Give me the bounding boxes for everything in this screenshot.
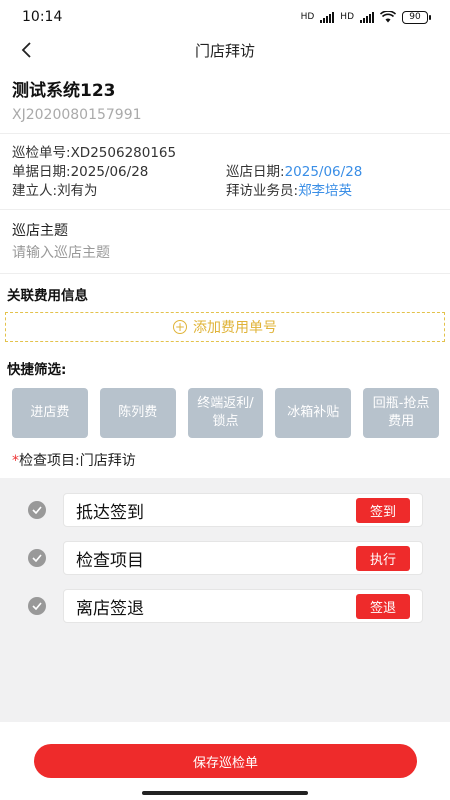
wifi-icon xyxy=(380,11,396,23)
creator-value: 刘有为 xyxy=(57,183,98,199)
check-items-list: 抵达签到 签到 检查项目 执行 离店签退 签退 xyxy=(0,478,450,722)
check-item-leave: 离店签退 签退 xyxy=(0,588,450,624)
visit-date-label: 巡店日期: xyxy=(226,164,285,180)
store-name: 测试系统123 xyxy=(12,81,116,101)
add-fee-button[interactable]: + 添加费用单号 xyxy=(5,312,445,342)
quick-filters: 进店费 陈列费 终端返利/锁点 冰箱补贴 回瓶-抢点费用 xyxy=(0,382,450,438)
filter-terminal-rebate[interactable]: 终端返利/锁点 xyxy=(187,388,264,438)
battery-level: 90 xyxy=(409,12,421,22)
check-card: 检查项目 执行 xyxy=(63,541,423,575)
signal-icon-2 xyxy=(360,11,374,23)
check-item-inspection: 检查项目 执行 xyxy=(0,540,450,576)
filter-bottle-return[interactable]: 回瓶-抢点费用 xyxy=(363,388,439,438)
add-fee-label: 添加费用单号 xyxy=(193,320,277,336)
filter-fridge-subsidy[interactable]: 冰箱补贴 xyxy=(275,388,352,438)
store-header: 测试系统123 XJ2020080157991 xyxy=(0,66,450,134)
home-indicator xyxy=(142,791,308,795)
save-inspection-button[interactable]: 保存巡检单 xyxy=(34,744,417,778)
status-icons: HD HD 90 xyxy=(300,10,431,24)
check-items-title: *检查项目:门店拜访 xyxy=(0,438,450,478)
check-circle-icon xyxy=(28,549,46,567)
fee-section-title: 关联费用信息 xyxy=(7,288,88,304)
info-row-people: 建立人:刘有为 拜访业务员:郑李培英 xyxy=(12,182,438,201)
salesman-label: 拜访业务员: xyxy=(226,183,299,199)
bottom-bar: 保存巡检单 xyxy=(0,736,450,800)
battery-icon: 90 xyxy=(402,10,431,24)
back-button[interactable] xyxy=(14,38,38,62)
signal-icon xyxy=(320,11,335,23)
topic-label: 巡店主题 xyxy=(12,223,68,239)
page-title: 门店拜访 xyxy=(194,41,255,60)
inspection-no-label: 巡检单号: xyxy=(12,145,71,161)
topic-section: 巡店主题 xyxy=(0,210,450,274)
salesman-value[interactable]: 郑李培英 xyxy=(298,183,352,199)
chevron-left-icon xyxy=(21,42,31,58)
check-card: 离店签退 签退 xyxy=(63,589,423,623)
doc-date-label: 单据日期: xyxy=(12,164,71,180)
nav-bar: 门店拜访 xyxy=(0,34,450,66)
status-bar: 10:14 HD HD 90 xyxy=(0,0,450,34)
check-item-name: 离店签退 xyxy=(76,598,144,619)
check-item-name: 抵达签到 xyxy=(76,502,144,523)
execute-button[interactable]: 执行 xyxy=(355,545,410,571)
inspection-info: 巡检单号: XD2506280165 单据日期:2025/06/28 巡店日期:2… xyxy=(0,134,450,210)
status-time: 10:14 xyxy=(22,9,63,25)
check-circle-icon xyxy=(28,597,46,615)
info-row-dates: 单据日期:2025/06/28 巡店日期:2025/06/28 xyxy=(12,163,438,182)
sign-in-button[interactable]: 签到 xyxy=(355,497,410,523)
filter-display-fee[interactable]: 陈列费 xyxy=(99,388,176,438)
required-mark: * xyxy=(12,453,19,469)
store-code: XJ2020080157991 xyxy=(12,107,142,123)
check-circle-icon xyxy=(28,501,46,519)
info-row-inspection-no: 巡检单号: XD2506280165 xyxy=(12,144,438,163)
creator-label: 建立人: xyxy=(12,183,58,199)
topic-input[interactable] xyxy=(12,245,438,261)
inspection-no-value: XD2506280165 xyxy=(70,145,177,161)
sign-out-button[interactable]: 签退 xyxy=(355,593,410,619)
hd-label-1: HD xyxy=(300,12,315,22)
check-item-name: 检查项目 xyxy=(76,550,144,571)
check-card: 抵达签到 签到 xyxy=(63,493,423,527)
check-item-arrival: 抵达签到 签到 xyxy=(0,492,450,528)
visit-date-value[interactable]: 2025/06/28 xyxy=(285,164,363,180)
hd-label-2: HD xyxy=(340,12,354,22)
filter-entry-fee[interactable]: 进店费 xyxy=(12,388,88,438)
plus-circle-icon: + xyxy=(173,320,187,334)
check-items-label: 检查项目:门店拜访 xyxy=(19,453,136,469)
doc-date-value: 2025/06/28 xyxy=(70,164,149,180)
quick-filter-title: 快捷筛选: xyxy=(7,362,67,378)
